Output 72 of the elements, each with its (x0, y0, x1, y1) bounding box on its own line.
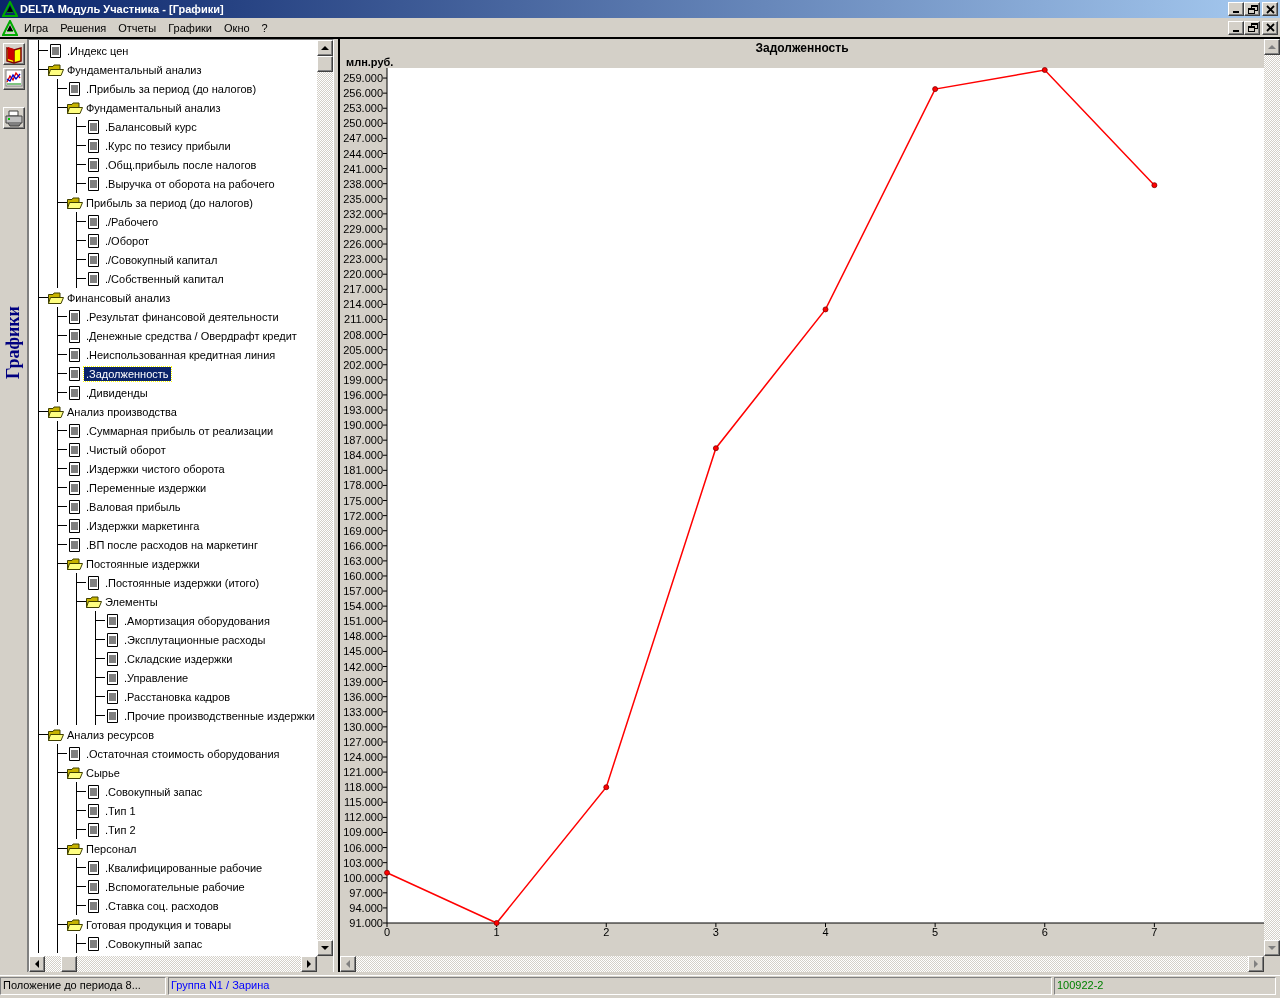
y-tick-label: 154.000 (343, 600, 383, 613)
y-tick-label: 244.000 (343, 147, 383, 160)
y-tick-label: 226.000 (343, 238, 383, 251)
y-tick-label: 130.000 (343, 720, 383, 733)
y-tick-label: 145.000 (343, 645, 383, 658)
y-tick-label: 256.000 (343, 87, 383, 100)
x-tick-label: 5 (932, 926, 939, 938)
y-tick-label: 184.000 (343, 449, 383, 462)
y-tick-label: 211.000 (344, 313, 383, 326)
y-tick-label: 100.000 (343, 871, 383, 884)
window-title: DELTA Модуль Участника - [Графики] (20, 3, 224, 15)
y-tick-label: 178.000 (343, 479, 383, 492)
y-tick-label: 253.000 (343, 102, 383, 115)
status-panel: Группа N1 / Зарина (168, 977, 1052, 995)
status-panel: Положение до периода 8... (0, 977, 166, 995)
y-tick-label: 208.000 (343, 328, 383, 341)
y-tick-label: 97.000 (349, 886, 383, 899)
y-tick-label: 175.000 (343, 494, 383, 507)
y-tick-label: 241.000 (343, 162, 383, 175)
x-tick-label: 7 (1151, 926, 1158, 938)
y-tick-label: 205.000 (343, 343, 383, 356)
panel-label: Графики (3, 305, 24, 379)
y-tick-label: 247.000 (343, 132, 383, 145)
y-tick-label: 115.000 (344, 796, 383, 809)
x-tick-label: 4 (822, 926, 829, 938)
y-tick-label: 172.000 (343, 509, 383, 522)
y-tick-label: 250.000 (343, 117, 383, 130)
x-tick-label: 3 (712, 926, 719, 938)
y-tick-label: 229.000 (343, 222, 383, 235)
y-tick-label: 157.000 (343, 585, 383, 598)
y-tick-label: 112.000 (344, 811, 383, 824)
y-tick-label: 163.000 (343, 554, 383, 567)
y-tick-label: 103.000 (343, 856, 383, 869)
y-tick-label: 148.000 (343, 630, 383, 643)
y-tick-label: 199.000 (343, 373, 383, 386)
axis-title: млн.руб. (346, 56, 394, 68)
y-tick-label: 238.000 (343, 177, 383, 190)
y-tick-label: 94.000 (349, 901, 383, 914)
y-tick-label: 133.000 (343, 705, 383, 718)
x-tick-label: 1 (493, 926, 500, 938)
y-tick-label: 232.000 (343, 207, 383, 220)
x-tick-label: 2 (603, 926, 610, 938)
y-tick-label: 181.000 (343, 464, 383, 477)
y-tick-label: 169.000 (343, 524, 383, 537)
y-tick-label: 193.000 (343, 404, 383, 416)
y-tick-label: 109.000 (343, 826, 383, 839)
y-tick-label: 223.000 (343, 253, 383, 266)
y-tick-label: 139.000 (343, 675, 383, 688)
status-panel: 100922-2 (1054, 977, 1276, 995)
y-tick-label: 202.000 (343, 358, 383, 371)
y-tick-label: 196.000 (343, 388, 383, 401)
y-tick-label: 160.000 (343, 569, 383, 582)
y-tick-label: 214.000 (343, 298, 383, 311)
y-tick-label: 151.000 (343, 615, 383, 628)
y-tick-label: 190.000 (343, 419, 383, 432)
y-tick-label: 136.000 (343, 690, 383, 703)
x-tick-label: 0 (383, 926, 391, 938)
y-tick-label: 127.000 (343, 735, 383, 748)
y-tick-label: 235.000 (343, 192, 383, 205)
y-tick-label: 121.000 (343, 766, 383, 779)
y-tick-label: 124.000 (343, 751, 383, 764)
y-tick-label: 166.000 (343, 539, 383, 552)
x-tick-label: 6 (1041, 926, 1048, 938)
y-tick-label: 142.000 (343, 660, 383, 673)
y-tick-label: 259.000 (343, 72, 383, 85)
y-tick-label: 220.000 (343, 268, 383, 281)
chart-title: Задолженность (755, 41, 849, 55)
y-tick-label: 91.000 (349, 917, 383, 929)
y-tick-label: 217.000 (343, 283, 383, 296)
y-tick-label: 187.000 (343, 434, 383, 447)
y-tick-label: 118.000 (344, 781, 383, 794)
y-tick-label: 106.000 (343, 841, 383, 854)
